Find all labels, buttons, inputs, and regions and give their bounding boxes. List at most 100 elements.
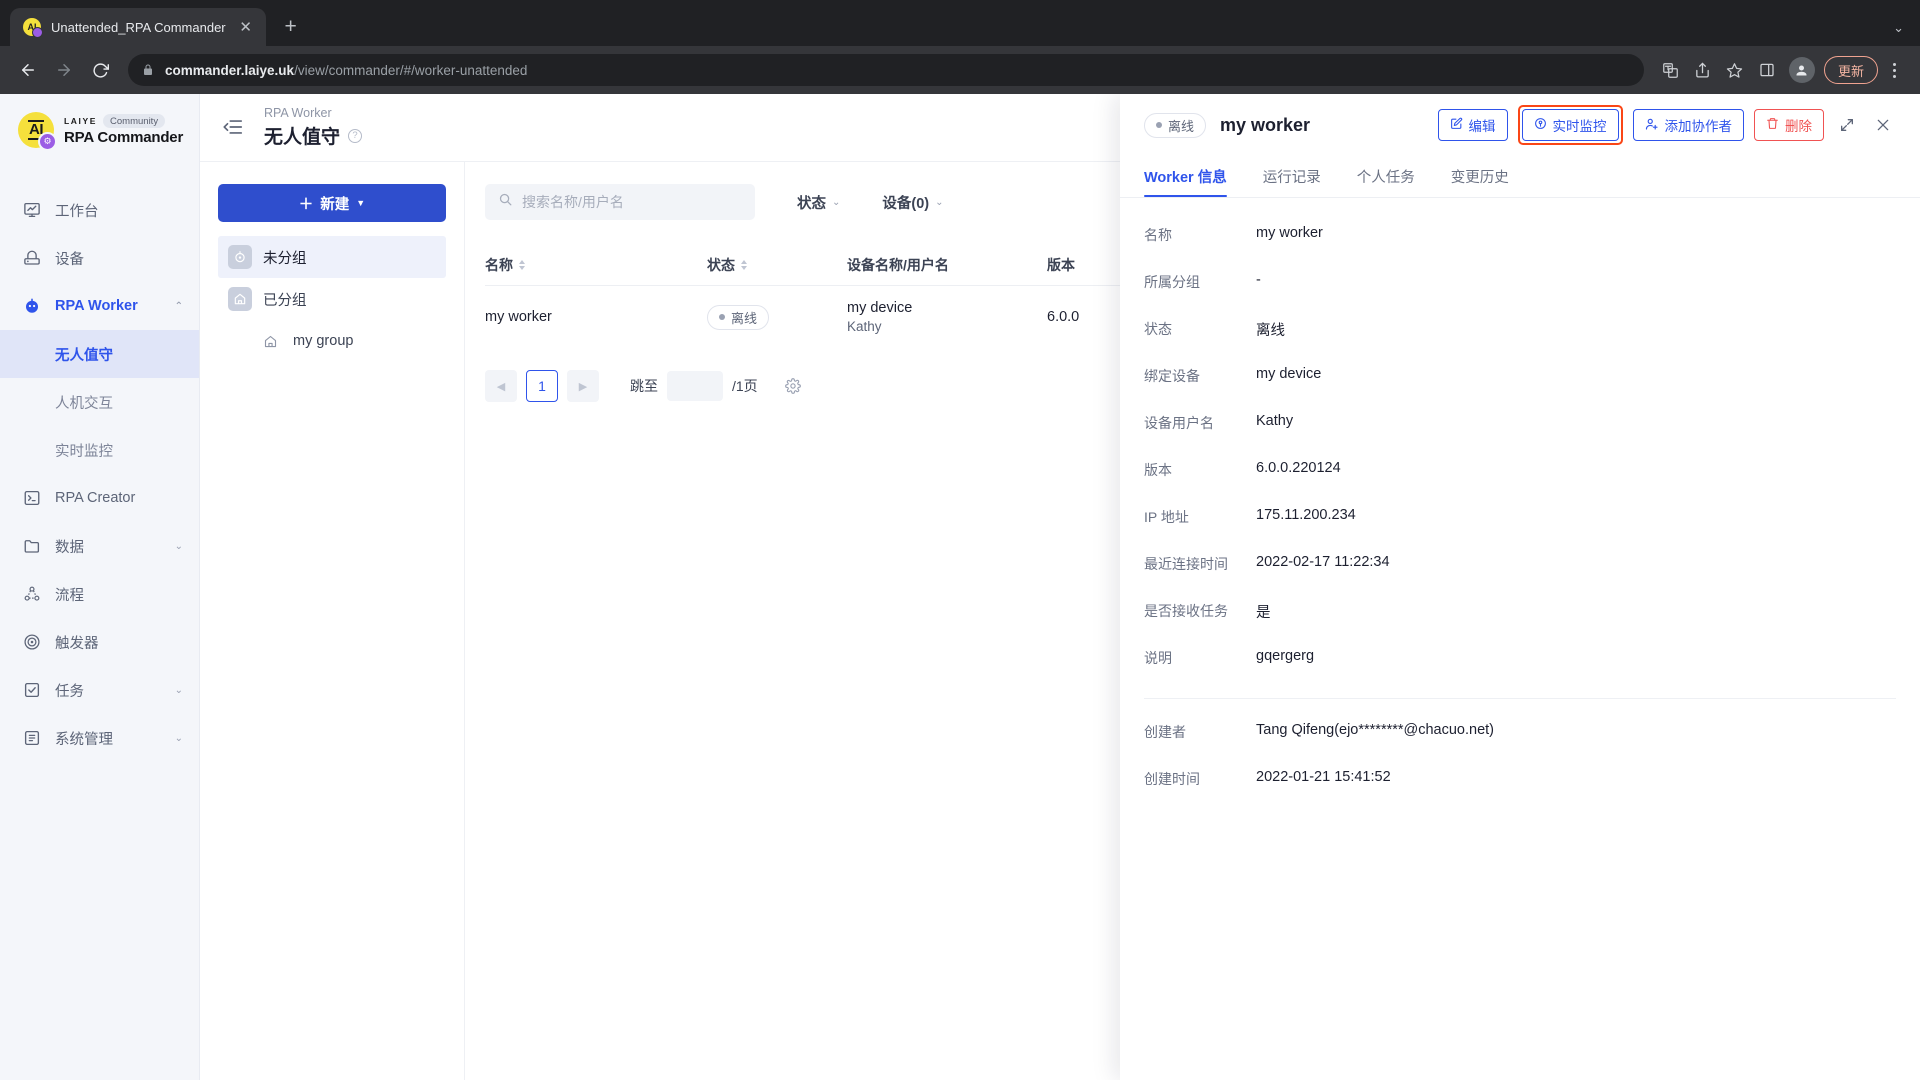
plus-icon: ＋ xyxy=(298,196,314,213)
back-button[interactable] xyxy=(12,54,44,86)
profile-avatar[interactable] xyxy=(1788,57,1815,83)
field-label: 所属分组 xyxy=(1144,274,1200,290)
field-label: 创建时间 xyxy=(1144,771,1200,787)
field-label: 是否接收任务 xyxy=(1144,603,1228,619)
sidebar-label: 设备 xyxy=(55,251,84,268)
browser-tabstrip: AI Unattended_RPA Commander ✕ + ⌄ xyxy=(0,0,1920,46)
collapse-sidebar-icon[interactable] xyxy=(222,116,246,140)
field-label: 最近连接时间 xyxy=(1144,556,1228,572)
brand-logo-block[interactable]: AI LAIYE Community RPA Commander xyxy=(0,94,199,170)
search-input[interactable]: 搜索名称/用户名 xyxy=(485,184,755,220)
gear-icon[interactable] xyxy=(784,378,801,394)
page-jump: 跳至 /1页 xyxy=(630,371,758,401)
update-button[interactable]: 更新 xyxy=(1823,56,1878,84)
edit-icon xyxy=(1450,117,1463,133)
sidebar-chevron-up-icon: ⌃ xyxy=(174,300,183,312)
sidebar-item-workbench[interactable]: 工作台 xyxy=(0,186,199,234)
group-pane: ＋ 新建 ▼ 未分组 已分组 my group xyxy=(200,162,465,1080)
system-icon xyxy=(22,728,42,748)
sidebar-label: RPA Creator xyxy=(55,490,136,506)
help-icon[interactable]: ? xyxy=(348,128,363,143)
drawer-header: 离线 my worker 编辑 实时监控 添加协作者 删除 xyxy=(1120,94,1920,156)
page-number-1[interactable]: 1 xyxy=(526,370,558,402)
sidebar-item-tasks[interactable]: 任务 ⌄ xyxy=(0,666,199,714)
field-label: 说明 xyxy=(1144,650,1172,666)
chevron-down-icon: ⌄ xyxy=(832,196,841,208)
tree-item-grouped[interactable]: 已分组 xyxy=(218,278,446,320)
url-text: commander.laiye.uk/view/commander/#/work… xyxy=(165,63,527,78)
tab-run-records[interactable]: 运行记录 xyxy=(1263,156,1321,197)
field-value: gqergerg xyxy=(1256,648,1315,664)
browser-menu-icon[interactable] xyxy=(1880,55,1908,85)
search-icon xyxy=(498,192,513,212)
drawer-title: my worker xyxy=(1220,114,1311,135)
sidebar-nav: 工作台 设备 RPA Worker ⌃ 无人值守 人机交互 实时监控 RPA C… xyxy=(0,186,199,762)
field-value: 6.0.0.220124 xyxy=(1256,460,1341,476)
sidebar-item-unattended[interactable]: 无人值守 xyxy=(0,330,199,378)
new-tab-button[interactable]: + xyxy=(274,10,308,44)
forward-button[interactable] xyxy=(48,54,80,86)
sidebar-item-system-management[interactable]: 系统管理 ⌄ xyxy=(0,714,199,762)
group-tree: 未分组 已分组 my group xyxy=(218,236,446,362)
sidebar-item-rpa-worker[interactable]: RPA Worker ⌃ xyxy=(0,282,199,330)
sort-icon[interactable] xyxy=(741,259,747,270)
laiye-logo-icon: AI xyxy=(18,112,57,151)
drawer-body: 名称 my worker 所属分组 - 状态 离线 绑定设备 my device… xyxy=(1120,198,1920,1080)
sidebar-item-attended[interactable]: 人机交互 xyxy=(0,378,199,426)
new-worker-button[interactable]: ＋ 新建 ▼ xyxy=(218,184,446,222)
device-filter-label: 设备(0) xyxy=(882,195,930,212)
tab-personal-tasks[interactable]: 个人任务 xyxy=(1357,156,1415,197)
window-menu-caret[interactable]: ⌄ xyxy=(1893,20,1920,46)
tab-change-history[interactable]: 变更历史 xyxy=(1451,156,1509,197)
expand-icon[interactable] xyxy=(1834,112,1860,138)
share-icon[interactable] xyxy=(1688,55,1718,85)
delete-button[interactable]: 删除 xyxy=(1754,109,1824,141)
chevron-down-icon: ⌄ xyxy=(935,196,944,208)
sidebar-item-triggers[interactable]: 触发器 xyxy=(0,618,199,666)
bookmark-star-icon[interactable] xyxy=(1720,55,1750,85)
brand-product-name: RPA Commander xyxy=(64,129,184,146)
sidebar-item-live-monitor[interactable]: 实时监控 xyxy=(0,426,199,474)
sort-icon[interactable] xyxy=(519,259,525,270)
monitor-icon xyxy=(1534,117,1547,133)
sidebar-item-data[interactable]: 数据 ⌄ xyxy=(0,522,199,570)
field-value: 离线 xyxy=(1256,323,1285,339)
address-bar[interactable]: commander.laiye.uk/view/commander/#/work… xyxy=(128,54,1644,86)
brand-laiye-label: LAIYE xyxy=(64,116,98,126)
browser-tab[interactable]: AI Unattended_RPA Commander ✕ xyxy=(10,8,266,46)
field-value: 是 xyxy=(1256,605,1271,621)
laiye-ai-icon: AI xyxy=(23,18,43,38)
sidebar-label: RPA Worker xyxy=(55,298,138,314)
column-label: 状态 xyxy=(707,256,735,273)
sidebar-item-flows[interactable]: 流程 xyxy=(0,570,199,618)
device-filter[interactable]: 设备(0) ⌄ xyxy=(882,192,943,213)
status-filter[interactable]: 状态 ⌄ xyxy=(797,192,840,213)
tree-item-my-group[interactable]: my group xyxy=(218,320,446,362)
close-tab-icon[interactable]: ✕ xyxy=(236,17,256,37)
column-header-name[interactable]: 名称 xyxy=(485,255,707,275)
sidebar-label: 流程 xyxy=(55,587,84,604)
live-monitor-button[interactable]: 实时监控 xyxy=(1521,109,1619,141)
prev-page-button[interactable]: ◀ xyxy=(485,370,517,402)
reload-button[interactable] xyxy=(84,54,116,86)
field-value: 175.11.200.234 xyxy=(1256,507,1356,523)
sidebar-item-rpa-creator[interactable]: RPA Creator xyxy=(0,474,199,522)
sidebar-item-devices[interactable]: 设备 xyxy=(0,234,199,282)
translate-icon[interactable] xyxy=(1656,55,1686,85)
page-viewport: AI LAIYE Community RPA Commander 工作台 xyxy=(0,94,1920,1080)
trigger-icon xyxy=(22,632,42,652)
next-page-button[interactable]: ▶ xyxy=(567,370,599,402)
tree-item-ungrouped[interactable]: 未分组 xyxy=(218,236,446,278)
sidebar-chevron-down-icon: ⌄ xyxy=(174,684,183,696)
edit-button[interactable]: 编辑 xyxy=(1437,109,1508,141)
new-button-label: 新建 xyxy=(320,196,350,213)
add-collaborator-button[interactable]: 添加协作者 xyxy=(1632,109,1744,141)
status-dot-icon xyxy=(719,314,725,320)
app-sidebar: AI LAIYE Community RPA Commander 工作台 xyxy=(0,94,200,1080)
page-jump-input[interactable] xyxy=(667,371,723,401)
tab-worker-info[interactable]: Worker 信息 xyxy=(1144,156,1227,197)
column-header-status[interactable]: 状态 xyxy=(707,255,847,275)
close-icon[interactable] xyxy=(1870,112,1896,138)
cell-device-name: my device xyxy=(847,300,913,316)
side-panel-icon[interactable] xyxy=(1752,55,1782,85)
